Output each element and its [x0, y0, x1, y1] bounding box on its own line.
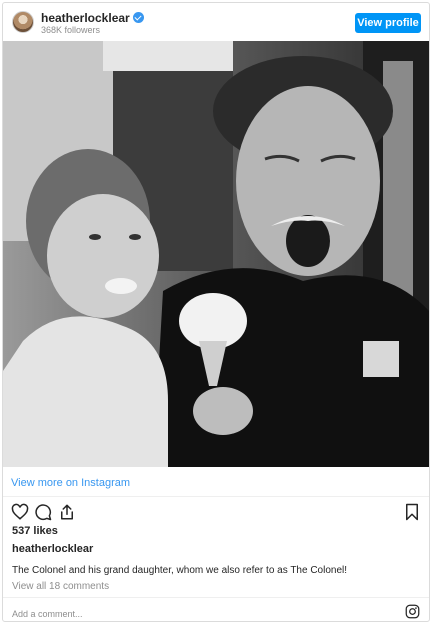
heart-icon[interactable]	[11, 503, 29, 521]
post-photo[interactable]	[3, 41, 429, 467]
post-owner[interactable]: heatherlocklear	[12, 543, 93, 555]
username-text[interactable]: heatherlocklear	[41, 11, 130, 25]
post-header: heatherlocklear 368K followers View prof…	[3, 3, 429, 41]
like-count[interactable]: 537 likes	[12, 525, 58, 537]
view-more-text[interactable]: View more on Instagram	[11, 477, 130, 489]
view-comments-link[interactable]: View all 18 comments	[12, 581, 109, 592]
post-actions	[3, 497, 429, 525]
share-icon[interactable]	[58, 503, 76, 521]
instagram-icon[interactable]	[405, 604, 420, 619]
photo-illustration	[3, 41, 429, 467]
verified-badge-icon	[132, 12, 144, 23]
view-profile-button[interactable]: View profile	[355, 13, 421, 33]
comment-icon[interactable]	[34, 503, 52, 521]
username[interactable]: heatherlocklear	[41, 11, 144, 25]
view-more-link[interactable]: View more on Instagram	[3, 467, 429, 497]
add-comment-bar: Add a comment...	[3, 597, 429, 621]
avatar[interactable]	[12, 11, 34, 33]
instagram-embed-card: heatherlocklear 368K followers View prof…	[2, 2, 430, 622]
bookmark-icon[interactable]	[403, 503, 421, 521]
post-caption: The Colonel and his grand daughter, whom…	[12, 565, 348, 576]
comment-input[interactable]: Add a comment...	[12, 609, 83, 619]
follower-count: 368K followers	[41, 25, 101, 35]
